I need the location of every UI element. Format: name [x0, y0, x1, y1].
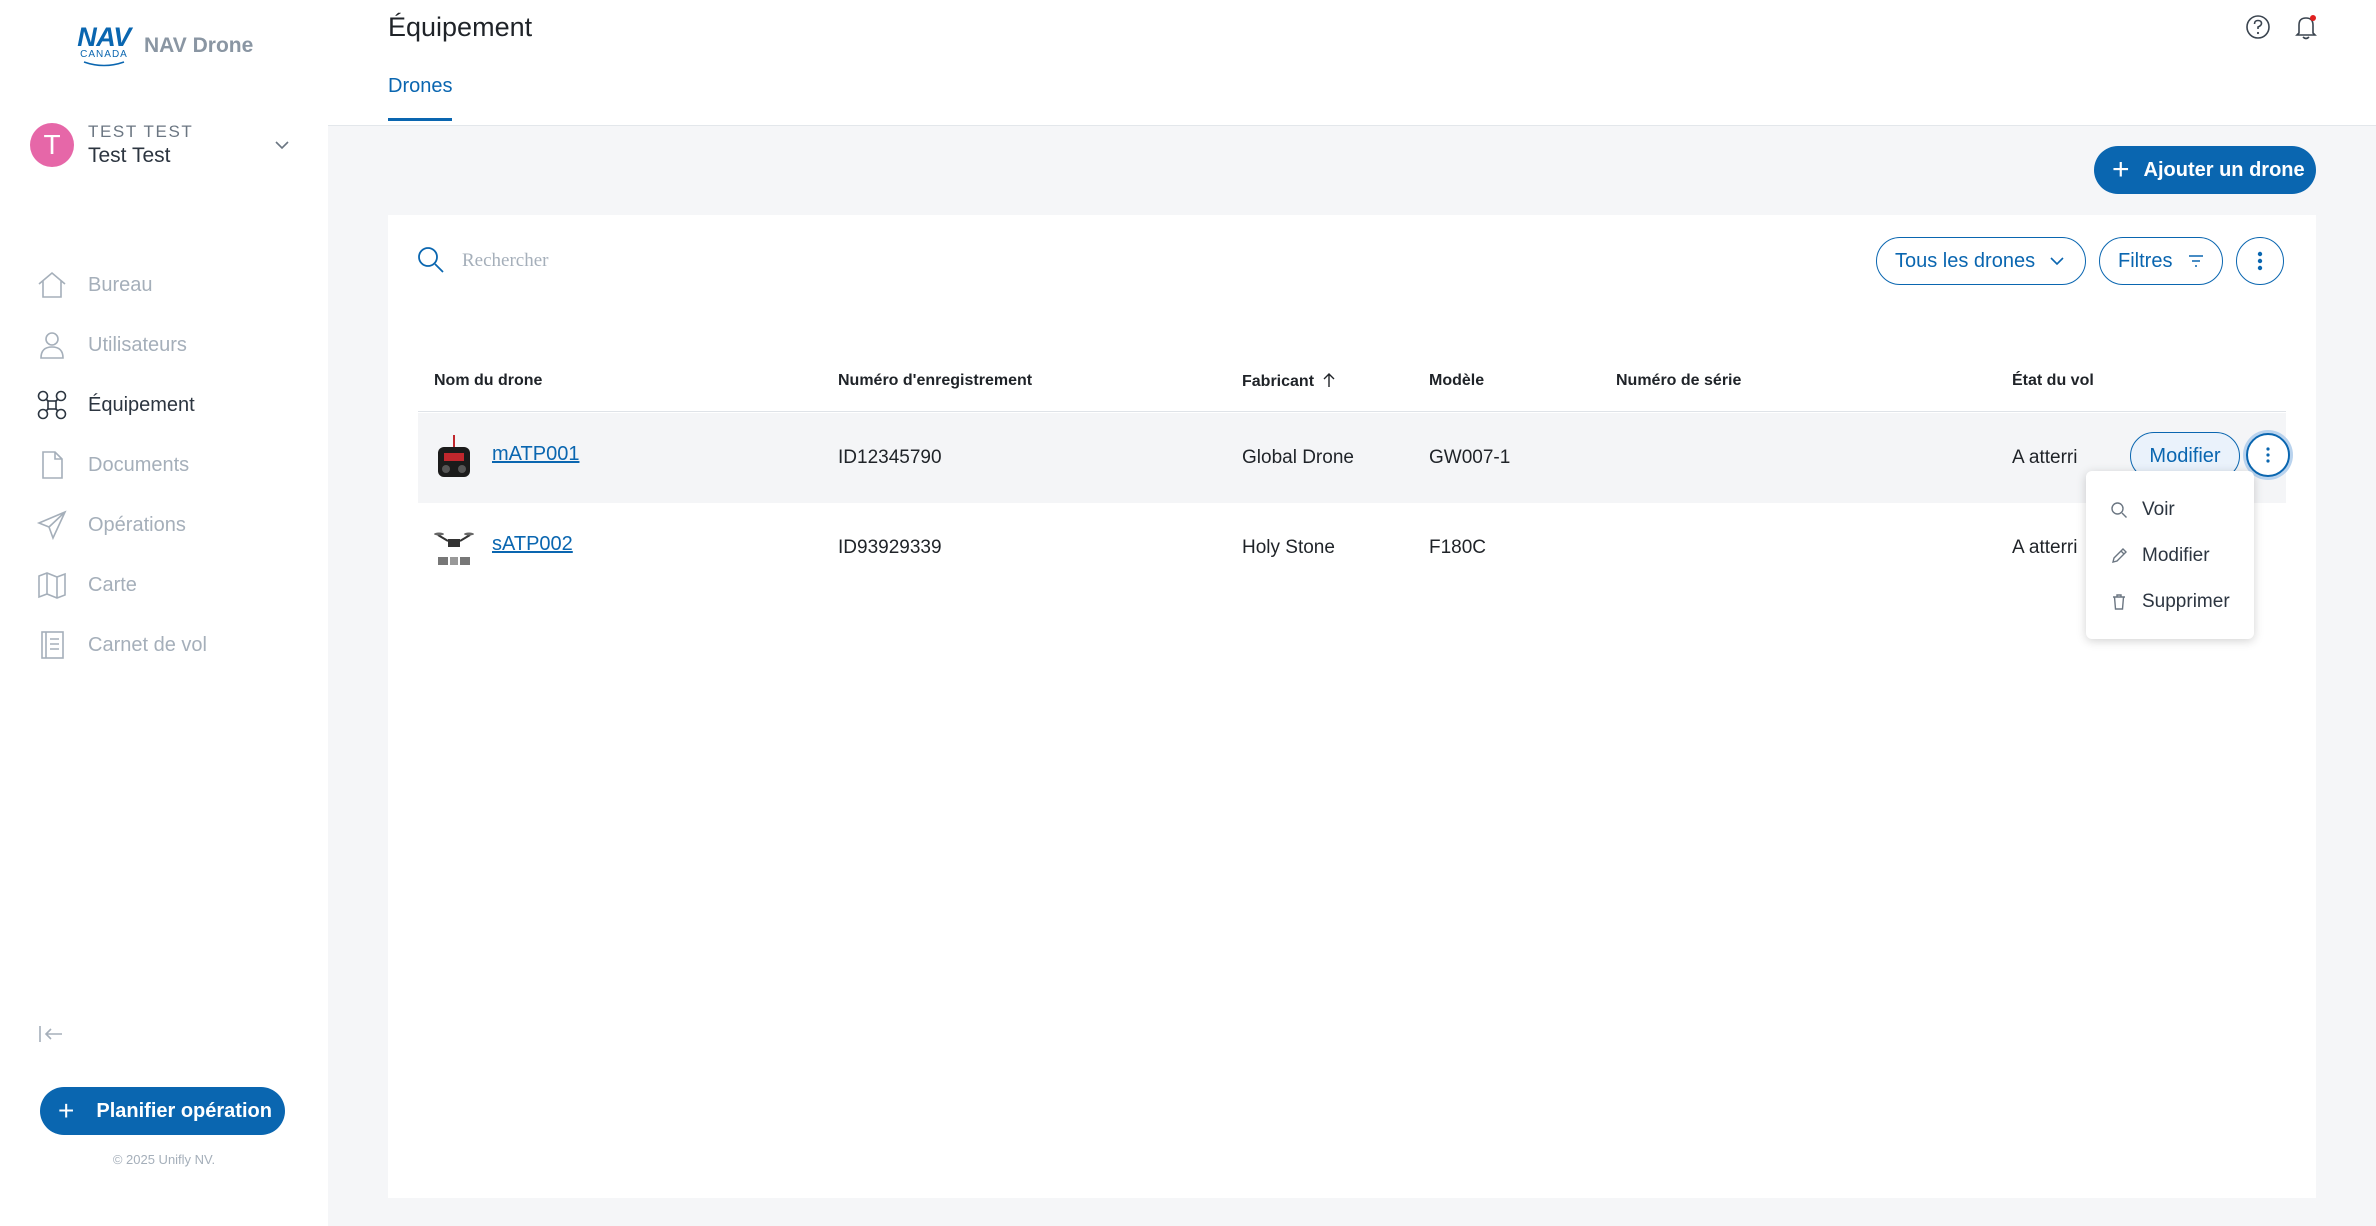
copyright: © 2025 Unifly NV. — [112, 1152, 216, 1167]
sidebar-item-equipement[interactable]: Équipement — [36, 375, 207, 435]
manufacturer-cell: Global Drone — [1242, 447, 1354, 468]
paper-plane-icon — [36, 509, 68, 541]
drone-name-link[interactable]: mATP001 — [492, 443, 579, 466]
sidebar-item-utilisateurs[interactable]: Utilisateurs — [36, 315, 207, 375]
plus-icon: + — [58, 1095, 75, 1126]
sidebar-item-label: Opérations — [88, 513, 186, 536]
registration-cell: ID93929339 — [838, 537, 942, 558]
search-icon — [418, 247, 444, 273]
add-drone-button[interactable]: + Ajouter un drone — [2094, 146, 2316, 194]
app-logo[interactable]: NAV CANADA NAV Drone — [77, 22, 254, 67]
model-cell: GW007-1 — [1429, 447, 1511, 468]
user-icon — [36, 329, 68, 361]
filters-button[interactable]: Filtres — [2099, 237, 2223, 285]
model-cell: F180C — [1429, 537, 1487, 558]
table-row[interactable]: mATP001 ID12345790 Global Drone GW007-1 … — [418, 413, 2290, 503]
app-name: NAV Drone — [144, 33, 254, 57]
sidebar-item-carte[interactable]: Carte — [36, 555, 207, 615]
document-icon — [36, 449, 68, 481]
drone-thumbnail — [434, 532, 474, 565]
drone-thumbnail — [438, 435, 470, 477]
column-header-name[interactable]: Nom du drone — [434, 372, 542, 390]
search-icon — [2111, 502, 2127, 518]
menu-item-label: Modifier — [2142, 545, 2210, 566]
sidebar-menu: Bureau Utilisateurs Équipement Documents… — [36, 255, 207, 675]
user-name: Test Test — [88, 144, 171, 167]
row-actions-button[interactable] — [2246, 433, 2290, 477]
kebab-menu-icon — [2266, 447, 2270, 463]
drone-name-link[interactable]: sATP002 — [492, 533, 573, 556]
filters-label: Filtres — [2118, 249, 2173, 272]
tab-drones[interactable]: Drones — [388, 75, 453, 121]
plan-operation-button[interactable]: + Planifier opération — [40, 1087, 285, 1135]
sidebar-item-bureau[interactable]: Bureau — [36, 255, 207, 315]
flight-status-cell: A atterri — [2012, 447, 2078, 468]
all-drones-label: Tous les drones — [1895, 249, 2036, 272]
map-icon — [36, 569, 68, 601]
menu-item-label: Voir — [2142, 499, 2175, 520]
drones-card: Tous les drones Filtres Nom du drone Num… — [388, 215, 2316, 1198]
logbook-icon — [36, 629, 68, 661]
notification-bell-icon[interactable] — [2291, 12, 2321, 42]
pencil-icon — [2112, 548, 2127, 563]
sidebar-item-label: Utilisateurs — [88, 333, 187, 356]
trash-icon — [2113, 594, 2125, 610]
page-header: Équipement Drones — [328, 0, 2376, 126]
menu-item-delete[interactable]: Supprimer — [2086, 579, 2254, 625]
column-header-manufacturer-label: Fabricant — [1242, 373, 1315, 390]
chevron-down-icon — [2050, 257, 2064, 266]
table-row[interactable]: sATP002 ID93929339 Holy Stone F180C A at… — [418, 503, 2286, 593]
avatar: T — [30, 123, 74, 167]
kebab-menu-icon — [2257, 251, 2263, 271]
user-switcher[interactable]: T TEST TEST Test Test — [30, 122, 292, 168]
menu-item-view[interactable]: Voir — [2086, 487, 2254, 533]
all-drones-dropdown[interactable]: Tous les drones — [1876, 237, 2086, 285]
help-icon[interactable] — [2243, 12, 2273, 42]
column-header-flight-status[interactable]: État du vol — [2012, 372, 2094, 390]
sidebar-item-label: Carte — [88, 573, 137, 596]
column-header-manufacturer[interactable]: Fabricant — [1242, 372, 1336, 391]
menu-item-label: Supprimer — [2142, 591, 2230, 612]
sidebar-item-operations[interactable]: Opérations — [36, 495, 207, 555]
home-icon — [36, 269, 68, 301]
sidebar-item-documents[interactable]: Documents — [36, 435, 207, 495]
logo-mark-text: NAV — [77, 22, 131, 52]
sidebar-item-label: Bureau — [88, 273, 153, 296]
add-drone-label: Ajouter un drone — [2143, 158, 2305, 181]
menu-item-modify[interactable]: Modifier — [2086, 533, 2254, 579]
sort-ascending-icon — [1323, 373, 1335, 387]
plus-icon: + — [2112, 153, 2130, 186]
filter-icon — [2189, 255, 2204, 267]
flight-status-cell: A atterri — [2012, 537, 2078, 558]
column-header-serial[interactable]: Numéro de série — [1616, 372, 1741, 390]
manufacturer-cell: Holy Stone — [1242, 537, 1335, 558]
plan-operation-label: Planifier opération — [96, 1099, 272, 1122]
user-organization: TEST TEST — [88, 122, 194, 141]
page-title: Équipement — [388, 12, 533, 42]
sidebar-item-label: Documents — [88, 453, 190, 476]
sidebar: NAV CANADA NAV Drone T TEST TEST Test Te… — [0, 0, 328, 1226]
nav-canada-logo: NAV CANADA — [77, 22, 131, 67]
drone-icon — [36, 389, 68, 421]
column-header-model[interactable]: Modèle — [1429, 372, 1484, 390]
more-options-button[interactable] — [2236, 237, 2284, 285]
logo-mark-subtext: CANADA — [80, 49, 128, 60]
chevron-down-icon[interactable] — [272, 135, 292, 155]
logo-swoosh-icon — [83, 61, 125, 67]
search-input[interactable] — [462, 245, 1062, 277]
sidebar-item-label: Équipement — [88, 393, 195, 416]
registration-cell: ID12345790 — [838, 447, 942, 468]
collapse-sidebar-icon[interactable] — [38, 1024, 64, 1044]
table-header: Nom du drone Numéro d'enregistrement Fab… — [418, 352, 2286, 412]
row-actions-menu: Voir Modifier Supprimer — [2086, 471, 2254, 639]
column-header-registration[interactable]: Numéro d'enregistrement — [838, 372, 1032, 390]
sidebar-item-carnet-de-vol[interactable]: Carnet de vol — [36, 615, 207, 675]
sidebar-item-label: Carnet de vol — [88, 633, 207, 656]
